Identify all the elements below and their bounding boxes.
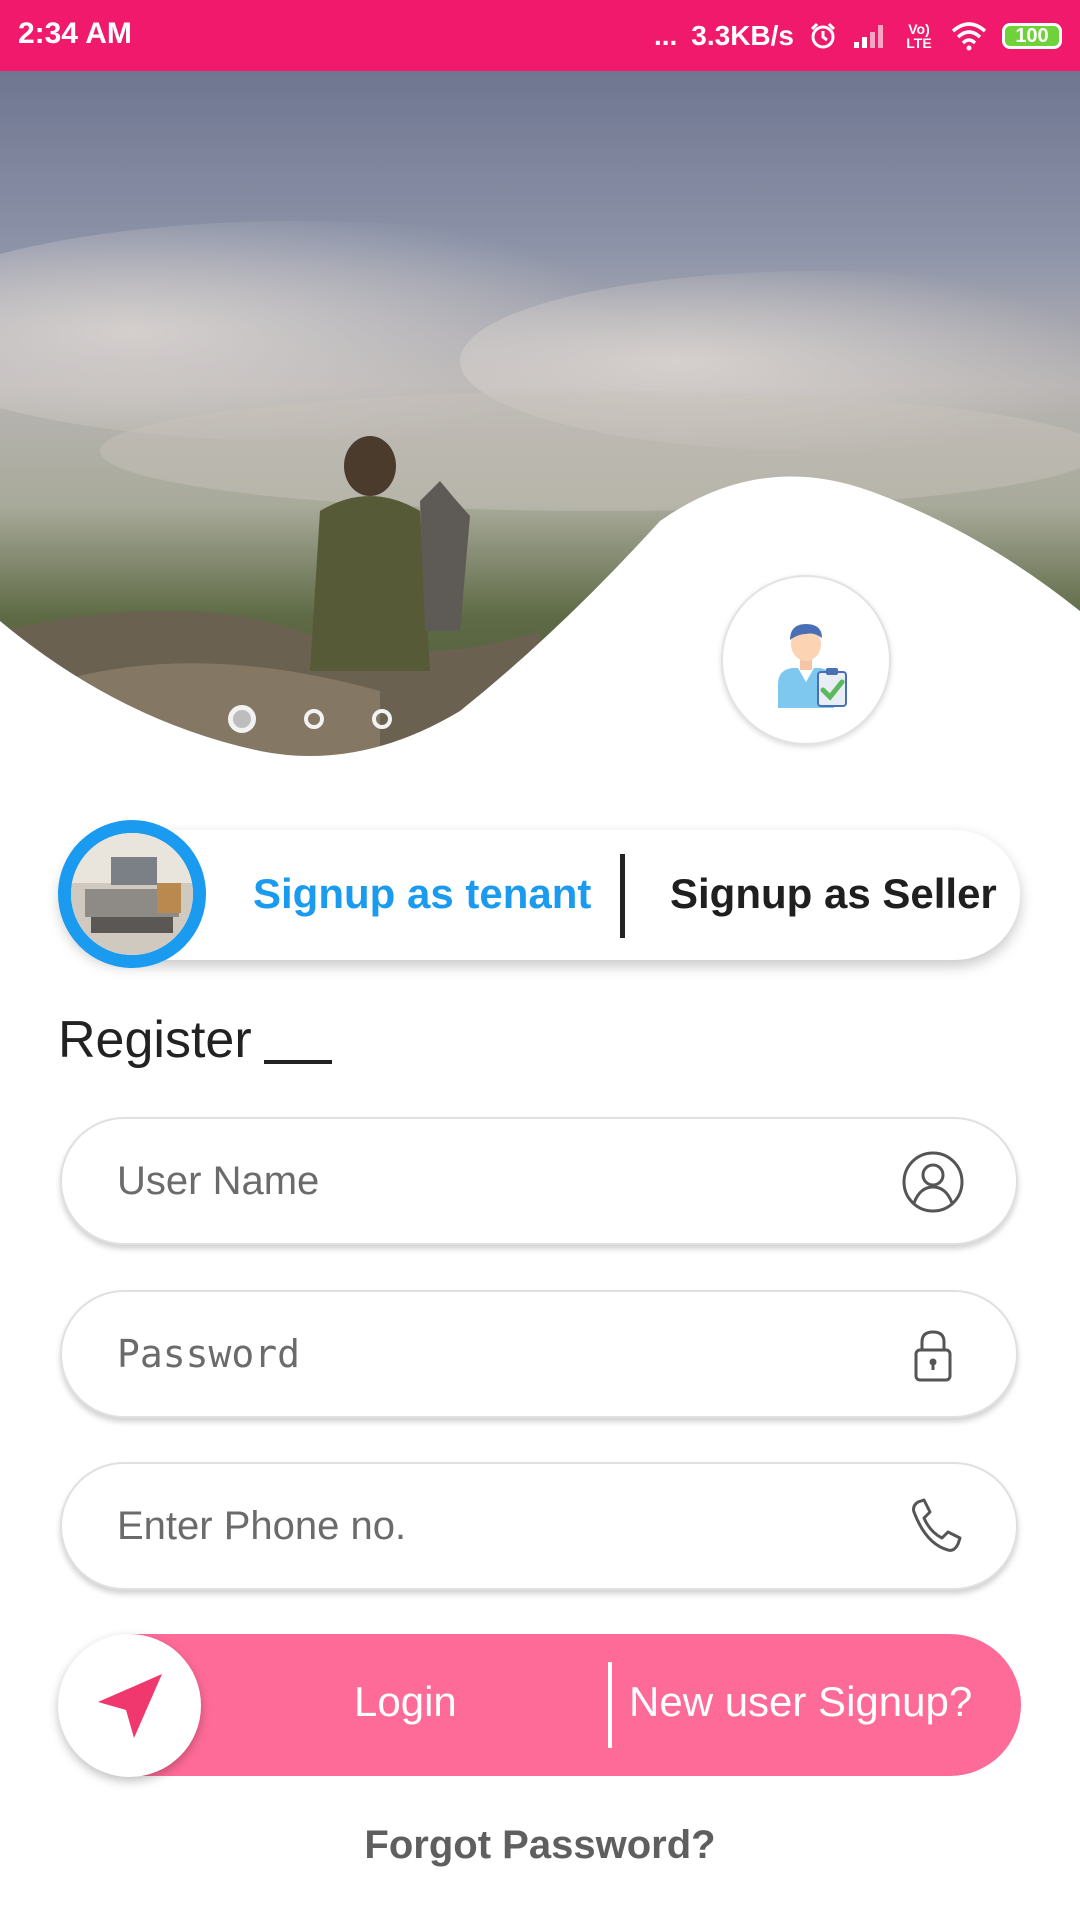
username-placeholder: User Name	[117, 1159, 320, 1203]
username-field[interactable]: User Name	[60, 1117, 1018, 1245]
new-user-signup-button[interactable]: New user Signup?	[629, 1678, 972, 1726]
carousel-dot-3[interactable]	[372, 709, 392, 729]
volte-icon: Vo) LTE	[902, 22, 936, 50]
status-time: 2:34 AM	[18, 17, 132, 50]
carousel-dot-1[interactable]	[228, 705, 256, 733]
password-field[interactable]: Password	[60, 1290, 1018, 1418]
login-button[interactable]: Login	[354, 1678, 457, 1726]
user-clipboard-icon	[778, 624, 847, 708]
password-placeholder: Password	[117, 1332, 301, 1376]
signup-type-toggle: Signup as tenant Signup as Seller	[58, 820, 1020, 968]
signup-tenant-tab[interactable]: Signup as tenant	[253, 870, 591, 918]
page-title: Register	[58, 1011, 252, 1069]
action-divider	[608, 1662, 612, 1748]
phone-field[interactable]: Enter Phone no.	[60, 1462, 1018, 1590]
alarm-icon	[808, 21, 838, 51]
status-bar: 2:34 AM ... 3.3KB/s Vo) LTE 100	[0, 0, 1080, 71]
carousel-dots	[228, 705, 392, 733]
signup-seller-tab[interactable]: Signup as Seller	[670, 870, 997, 918]
forgot-password-link[interactable]: Forgot Password?	[0, 1823, 1080, 1868]
carousel-dot-2[interactable]	[304, 709, 324, 729]
navigation-arrow-icon	[97, 1673, 162, 1738]
phone-placeholder: Enter Phone no.	[117, 1504, 407, 1548]
toggle-divider	[620, 854, 625, 938]
tenant-thumbnail[interactable]	[58, 820, 206, 968]
signal-icon	[852, 22, 888, 50]
title-underline	[264, 1060, 332, 1064]
net-speed: 3.3KB/s	[691, 20, 794, 51]
status-dots: ...	[653, 20, 678, 51]
wifi-icon	[950, 21, 988, 51]
user-icon	[902, 1151, 964, 1213]
network-label: Vo) LTE	[906, 21, 932, 51]
profile-badge	[721, 575, 891, 745]
hero-carousel[interactable]	[0, 71, 1080, 771]
navigation-button[interactable]	[58, 1634, 201, 1777]
status-icons: ... 3.3KB/s Vo) LTE 100	[654, 12, 1062, 60]
battery-icon: 100	[1002, 23, 1062, 49]
phone-icon	[912, 1498, 962, 1552]
lock-icon	[914, 1330, 952, 1382]
login-signup-bar: Login New user Signup?	[58, 1634, 1021, 1777]
room-thumbnail-image	[71, 833, 193, 955]
hero-image	[0, 71, 1080, 771]
